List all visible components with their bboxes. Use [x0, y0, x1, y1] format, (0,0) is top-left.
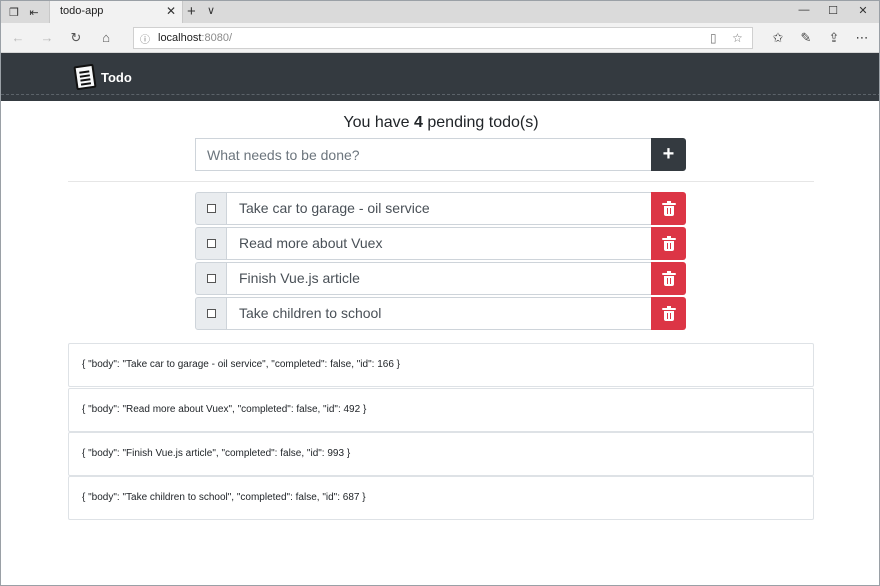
refresh-icon[interactable]: ↻	[67, 30, 85, 46]
add-todo-form: +	[195, 138, 686, 171]
todo-checkbox-wrap[interactable]	[195, 297, 227, 330]
home-icon[interactable]: ⌂	[97, 30, 115, 45]
todo-item: Take children to school	[195, 297, 686, 330]
address-bar[interactable]: ⓘ localhost:8080/ ▯ ☆	[133, 27, 753, 49]
notepad-logo-icon	[73, 63, 97, 91]
app-brand[interactable]: Todo	[73, 63, 132, 91]
favorite-star-icon[interactable]: ☆	[732, 31, 743, 45]
todo-checkbox-wrap[interactable]	[195, 227, 227, 260]
maximize-icon[interactable]: ☐	[823, 4, 843, 17]
url-port: :8080/	[201, 32, 233, 44]
tab-list-chevron-icon[interactable]: ∨	[207, 4, 215, 17]
todo-checkbox[interactable]	[206, 309, 216, 318]
app-navbar: Todo	[1, 53, 879, 101]
delete-todo-button[interactable]	[651, 227, 686, 260]
add-todo-button[interactable]: +	[651, 138, 686, 171]
tab-title: todo-app	[60, 5, 104, 17]
plus-icon: +	[662, 143, 675, 165]
browser-window: ❐ ⇤ todo-app ✕ + ∨ — ☐ ✕ ← → ↻ ⌂ ⓘ local…	[0, 0, 880, 586]
url-text[interactable]: localhost:8080/	[158, 32, 232, 44]
trash-icon	[661, 305, 676, 321]
pending-prefix: You have	[343, 114, 415, 131]
delete-todo-button[interactable]	[651, 192, 686, 225]
tab-preview-icon[interactable]: ⇤	[27, 5, 41, 19]
todo-checkbox-wrap[interactable]	[195, 262, 227, 295]
todo-checkbox[interactable]	[206, 274, 216, 283]
title-bar: ❐ ⇤ todo-app ✕ + ∨ — ☐ ✕	[1, 1, 879, 23]
tab-close-icon[interactable]: ✕	[166, 4, 176, 18]
forward-icon[interactable]: →	[38, 30, 56, 45]
delete-todo-button[interactable]	[651, 297, 686, 330]
todo-checkbox-wrap[interactable]	[195, 192, 227, 225]
url-host: localhost	[158, 32, 202, 44]
tab-todo-app[interactable]: todo-app ✕	[49, 1, 183, 23]
todo-text[interactable]: Read more about Vuex	[226, 227, 651, 260]
trash-icon	[661, 235, 676, 251]
todo-json-card: { "body": "Take children to school", "co…	[68, 476, 814, 520]
tab-set-aside-icon[interactable]: ❐	[7, 5, 21, 19]
pending-count: 4	[414, 114, 423, 131]
brand-title: Todo	[101, 69, 132, 85]
new-tab-icon[interactable]: +	[187, 3, 196, 20]
minimize-icon[interactable]: —	[794, 4, 814, 16]
todo-json-card: { "body": "Take car to garage - oil serv…	[68, 343, 814, 387]
pending-count-heading: You have 4 pending todo(s)	[1, 114, 879, 132]
new-todo-input[interactable]	[195, 138, 651, 171]
trash-icon	[661, 270, 676, 286]
browser-toolbar: ← → ↻ ⌂ ⓘ localhost:8080/ ▯ ☆ ✩ ✎ ⇪ ⋯	[1, 23, 879, 53]
site-info-icon[interactable]: ⓘ	[140, 31, 150, 46]
todo-item: Read more about Vuex	[195, 227, 686, 260]
more-menu-icon[interactable]: ⋯	[853, 30, 871, 46]
todo-checkbox[interactable]	[206, 239, 216, 248]
todo-text[interactable]: Take car to garage - oil service	[226, 192, 651, 225]
favorites-hub-icon[interactable]: ✩	[769, 30, 787, 46]
section-divider	[68, 181, 814, 182]
todo-item: Take car to garage - oil service	[195, 192, 686, 225]
todo-text[interactable]: Take children to school	[226, 297, 651, 330]
web-note-pen-icon[interactable]: ✎	[797, 30, 815, 46]
delete-todo-button[interactable]	[651, 262, 686, 295]
back-icon[interactable]: ←	[9, 30, 27, 45]
trash-icon	[661, 200, 676, 216]
pending-suffix: pending todo(s)	[422, 114, 539, 131]
reading-view-icon[interactable]: ▯	[710, 31, 717, 45]
share-icon[interactable]: ⇪	[825, 30, 843, 46]
todo-checkbox[interactable]	[206, 204, 216, 213]
navbar-divider	[1, 94, 879, 95]
todo-text[interactable]: Finish Vue.js article	[226, 262, 651, 295]
close-window-icon[interactable]: ✕	[853, 4, 873, 17]
todo-item: Finish Vue.js article	[195, 262, 686, 295]
todo-json-card: { "body": "Finish Vue.js article", "comp…	[68, 432, 814, 476]
todo-json-card: { "body": "Read more about Vuex", "compl…	[68, 388, 814, 432]
